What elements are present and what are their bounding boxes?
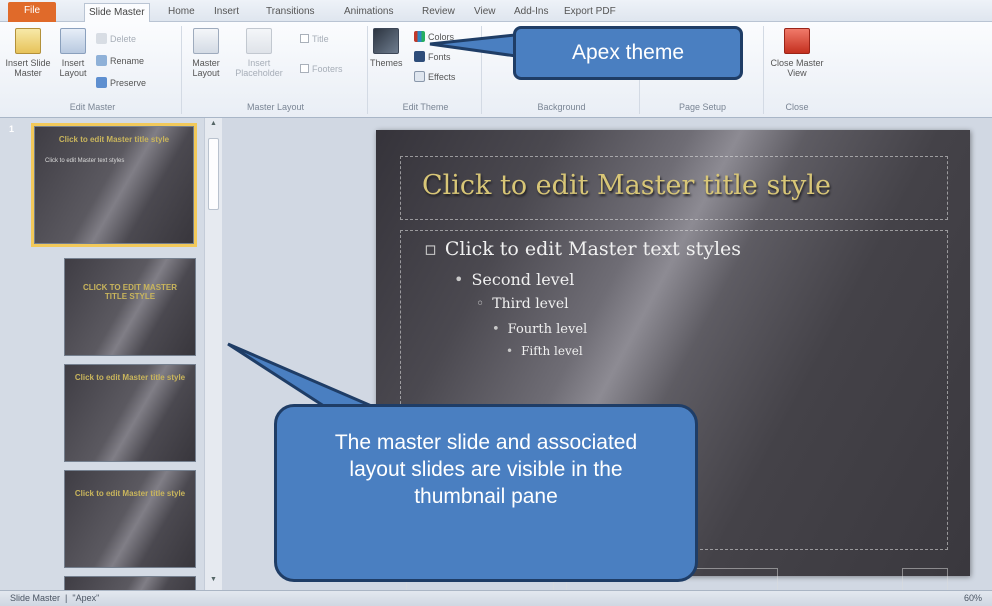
status-bar: Slide Master | "Apex" 60% xyxy=(0,590,992,606)
slide-master-icon xyxy=(15,28,41,54)
group-close: Close Master View Close xyxy=(766,26,828,114)
colors-icon xyxy=(414,31,425,42)
master-layout-icon xyxy=(193,28,219,54)
scroll-up-icon[interactable]: ▲ xyxy=(208,120,219,132)
group-label-master-layout: Master Layout xyxy=(246,102,305,112)
effects-icon xyxy=(414,71,425,82)
group-master-layout: Master Layout Insert Placeholder Title F… xyxy=(184,26,368,114)
group-label-close: Close xyxy=(785,102,809,112)
footers-checkbox[interactable]: Footers xyxy=(300,62,343,76)
text-level-5: • Fifth level xyxy=(506,344,583,358)
delete-icon xyxy=(96,33,107,44)
effects-button[interactable]: Effects xyxy=(414,70,455,84)
rename-icon xyxy=(96,55,107,66)
insert-slide-master-button[interactable]: Insert Slide Master xyxy=(4,28,52,78)
thumbnail-layout-3[interactable]: Click to edit Master title style xyxy=(64,470,196,568)
rename-button[interactable]: Rename xyxy=(96,54,144,68)
tab-file[interactable]: File xyxy=(8,2,56,22)
themes-icon xyxy=(373,28,399,54)
tab-add-ins[interactable]: Add-Ins xyxy=(510,3,552,22)
status-theme-label: "Apex" xyxy=(72,593,100,603)
text-level-3: ◦ Third level xyxy=(476,296,569,312)
scroll-down-icon[interactable]: ▼ xyxy=(208,576,219,588)
thumbnail-layout-2[interactable]: Click to edit Master title style xyxy=(64,364,196,462)
level-3-bullet-icon: ◦ xyxy=(476,296,485,312)
placeholder-icon xyxy=(246,28,272,54)
scrollbar-thumb[interactable] xyxy=(208,138,219,210)
level-5-bullet-icon: • xyxy=(506,344,514,358)
fonts-button[interactable]: Fonts xyxy=(414,50,451,64)
group-label-page-setup: Page Setup xyxy=(678,102,727,112)
thumbnail-scrollbar[interactable]: ▲ ▼ xyxy=(204,118,222,590)
tab-slide-master[interactable]: Slide Master xyxy=(84,3,150,22)
tab-export-pdf[interactable]: Export PDF xyxy=(560,3,620,22)
tab-transitions[interactable]: Transitions xyxy=(262,3,319,22)
themes-button[interactable]: Themes xyxy=(370,28,403,68)
group-edit-master: Insert Slide Master Insert Layout Delete… xyxy=(4,26,182,114)
colors-button[interactable]: Colors xyxy=(414,30,454,44)
text-level-1: ▫ Click to edit Master text styles xyxy=(424,238,742,260)
zoom-level[interactable]: 60% xyxy=(964,593,982,603)
callout-thumbnail-pane: The master slide and associated layout s… xyxy=(274,404,698,582)
tab-insert[interactable]: Insert xyxy=(210,3,243,22)
insert-layout-button[interactable]: Insert Layout xyxy=(54,28,92,78)
thumbnail-pane: Click to edit Master title style Click t… xyxy=(0,118,222,590)
group-label-background: Background xyxy=(537,102,586,112)
group-label-edit-theme: Edit Theme xyxy=(402,102,449,112)
slide-number-label: 1 xyxy=(9,124,15,134)
tab-view[interactable]: View xyxy=(470,3,500,22)
insert-placeholder-button[interactable]: Insert Placeholder xyxy=(230,28,288,78)
tab-home[interactable]: Home xyxy=(164,3,199,22)
close-master-view-button[interactable]: Close Master View xyxy=(768,28,826,78)
footers-check-icon xyxy=(300,64,309,73)
level-1-bullet-icon: ▫ xyxy=(424,238,437,260)
ribbon: Insert Slide Master Insert Layout Delete… xyxy=(0,22,992,118)
layout-icon xyxy=(60,28,86,54)
close-icon xyxy=(784,28,810,54)
thumbnail-slide-master[interactable]: Click to edit Master title style Click t… xyxy=(31,123,197,247)
group-edit-theme: Themes Colors Fonts Effects Edit Theme xyxy=(370,26,482,114)
thumbnail-layout-1[interactable]: CLICK TO EDIT MASTER TITLE STYLE xyxy=(64,258,196,356)
thumbnail-layout-4[interactable] xyxy=(64,576,196,590)
delete-button[interactable]: Delete xyxy=(96,32,136,46)
status-view-label: Slide Master xyxy=(10,593,61,603)
text-level-4: • Fourth level xyxy=(492,322,588,337)
level-4-bullet-icon: • xyxy=(492,322,500,337)
ribbon-tab-bar: File Slide Master Home Insert Transition… xyxy=(0,0,992,22)
text-level-2: • Second level xyxy=(454,270,575,289)
tab-review[interactable]: Review xyxy=(418,3,459,22)
tab-animations[interactable]: Animations xyxy=(340,3,397,22)
preserve-button[interactable]: Preserve xyxy=(96,76,146,90)
preserve-icon xyxy=(96,77,107,88)
group-label-edit-master: Edit Master xyxy=(69,102,116,112)
master-layout-button[interactable]: Master Layout xyxy=(186,28,226,78)
title-checkbox[interactable]: Title xyxy=(300,32,329,46)
fonts-icon xyxy=(414,51,425,62)
callout-apex-theme: Apex theme xyxy=(513,26,743,80)
slide-title: Click to edit Master title style xyxy=(422,170,832,201)
level-2-bullet-icon: • xyxy=(454,270,464,289)
title-check-icon xyxy=(300,34,309,43)
